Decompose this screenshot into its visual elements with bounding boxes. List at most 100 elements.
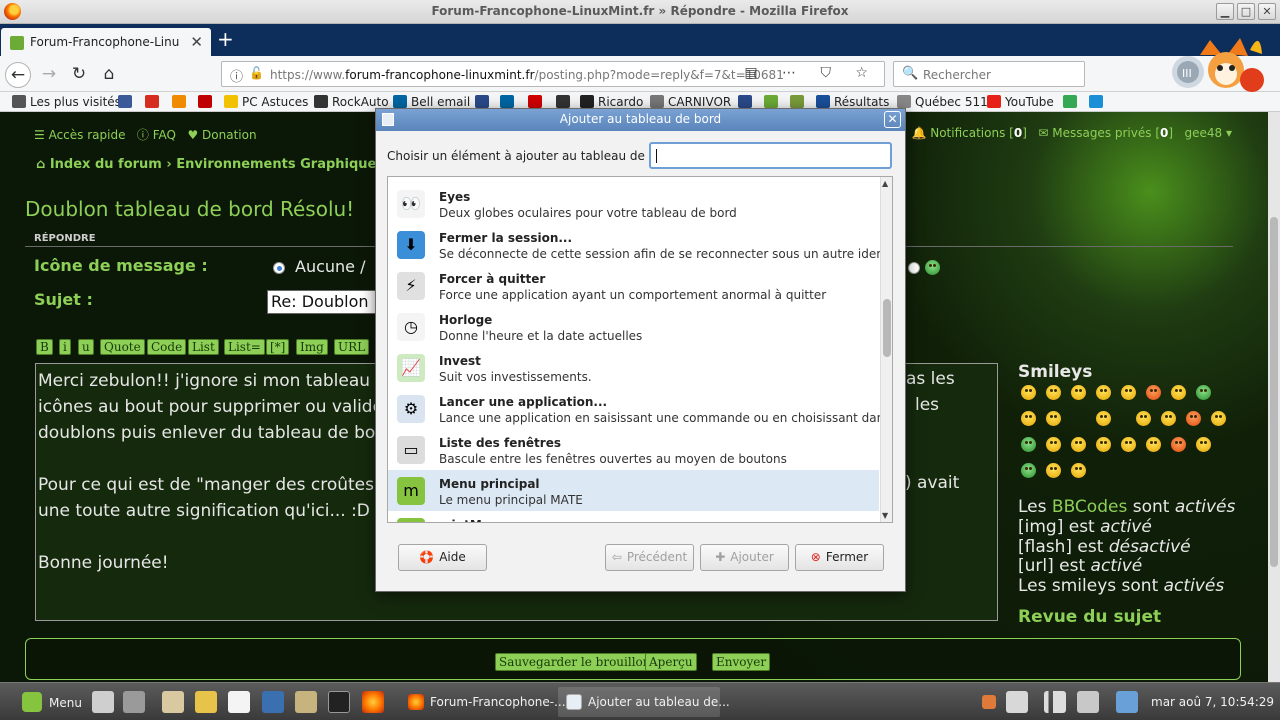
bookmark-item[interactable]: RockAuto [314,95,389,109]
applet-list-item[interactable]: ⚡ Forcer à quitter Force une application a… [388,265,879,306]
show-desktop-icon[interactable] [262,691,284,713]
files-icon[interactable] [295,691,317,713]
add-button[interactable]: ✚ Ajouter [700,544,789,571]
breadcrumb-item[interactable]: Index du forum [50,157,162,172]
applet-list-item[interactable]: ◷ Horloge Donne l'heure et la date actuell… [388,306,879,347]
bbcode-quote-button[interactable]: Quote [100,339,145,355]
new-tab-button[interactable]: + [217,27,234,51]
smiley-icon[interactable] [1021,411,1036,426]
bbcode-img-button[interactable]: Img [296,339,328,355]
network-icon[interactable] [1044,691,1066,713]
dice-game-icon[interactable] [162,691,184,713]
dialog-close-button[interactable]: ✕ [884,111,901,128]
applet-list-scrollbar[interactable]: ▲ ▼ [880,177,892,522]
info-icon[interactable]: ⓘ [230,66,243,85]
smiley-icon[interactable] [1121,385,1136,400]
home-button[interactable]: ⌂ [96,62,122,88]
forward-button[interactable]: → [36,62,62,88]
bbcode-code-button[interactable]: Code [147,339,187,355]
reload-button[interactable]: ↻ [66,62,92,88]
volume-icon[interactable] [1077,691,1099,713]
browser-tab[interactable]: Forum-Francophone-LinuxMi… ✕ [1,28,211,56]
bookmark-item[interactable]: Québec 511 [897,95,988,109]
smiley-icon[interactable] [1146,385,1161,400]
bookmark-item[interactable]: Les plus visités [12,95,121,109]
preview-button[interactable]: Aperçu [645,653,697,671]
bookmark-item[interactable] [475,95,493,109]
smiley-icon[interactable] [1071,437,1086,452]
bbcode-bold-button[interactable]: B [36,339,53,355]
applet-list-item[interactable]: ▭ Liste des fenêtres Bascule entre les fen… [388,429,879,470]
bookmark-item[interactable] [500,95,518,109]
smiley-icon[interactable] [1211,411,1226,426]
bookmark-item[interactable] [1063,95,1081,109]
smiley-icon[interactable] [1096,385,1111,400]
bookmark-item[interactable] [790,95,808,109]
search-input[interactable]: 🔍 Rechercher [893,61,1085,87]
bookmark-item[interactable] [764,95,782,109]
screenshot-icon[interactable] [123,691,145,713]
start-menu-button[interactable]: Menu [2,689,82,716]
smiley-icon[interactable] [1196,385,1211,400]
clock[interactable]: mar aoû 7, 10:54:29 [1151,695,1274,709]
solitaire-icon[interactable] [228,691,250,713]
url-text[interactable]: https://www.forum-francophone-linuxmint.… [270,68,784,82]
bbcode-underline-button[interactable]: u [78,339,94,355]
bookmark-item[interactable]: YouTube [987,95,1054,109]
applet-list-item[interactable]: m mintMenu [388,511,879,522]
page-scrollbar[interactable] [1268,112,1280,682]
applet-search-input[interactable] [649,142,892,169]
smiley-icon[interactable] [1021,437,1036,452]
smiley-icon[interactable] [1071,463,1086,478]
mahjongg-icon[interactable] [195,691,217,713]
applet-list[interactable]: 👀 Eyes Deux globes oculaires pour votre ta… [387,176,893,523]
applet-list-item[interactable]: 📈 Invest Suit vos investissements. [388,347,879,388]
bookmark-item[interactable] [172,95,190,109]
bbcode-url-button[interactable]: URL [334,339,370,355]
smiley-icon[interactable] [1146,437,1161,452]
applet-list-item[interactable]: m Menu principal Le menu principal MATE [388,470,879,511]
bookmark-item[interactable]: PC Astuces [224,95,308,109]
firefox-launcher-icon[interactable] [362,691,384,713]
bookmark-item[interactable]: CARNIVOR [650,95,731,109]
smiley-icon[interactable] [1046,437,1061,452]
close-window-button[interactable]: ✕ [1258,3,1276,20]
applet-list-item[interactable]: ⚙ Lancer une application... Lance une appl… [388,388,892,429]
back-button[interactable]: ← [5,62,31,88]
bookmark-item[interactable] [118,95,136,109]
smiley-icon[interactable] [1171,437,1186,452]
tab-close-icon[interactable]: ✕ [190,33,203,51]
bookmark-item[interactable] [1089,95,1107,109]
scroll-up-icon[interactable]: ▲ [882,179,888,188]
smiley-icon[interactable] [1046,411,1061,426]
applet-list-item[interactable]: ⬇ Fermer la session... Se déconnecte de ce… [388,224,892,265]
smiley-icon[interactable] [1171,385,1186,400]
calculator-icon[interactable] [92,691,114,713]
url-bar[interactable]: ⓘ 🔓 https://www.forum-francophone-linuxm… [221,61,885,87]
update-tray-icon[interactable] [982,695,996,709]
shield-icon[interactable] [1006,691,1028,713]
applet-list-item[interactable]: 👀 Eyes Deux globes oculaires pour votre ta… [388,183,879,224]
bbcode-list-item-button[interactable]: [*] [266,339,290,355]
smiley-icon[interactable] [1021,463,1036,478]
donation-link[interactable]: ♥ Donation [187,128,256,142]
icon-radio-none[interactable] [273,262,285,274]
user-menu[interactable]: gee48 ▾ [1185,126,1233,140]
smiley-icon[interactable] [1096,437,1111,452]
scroll-down-icon[interactable]: ▼ [882,511,888,520]
terminal-icon[interactable] [328,691,350,713]
icon-radio[interactable] [908,262,920,274]
bookmark-item[interactable] [738,95,756,109]
notifications-link[interactable]: 🔔 Notifications [0] [911,126,1026,140]
maximize-button[interactable]: □ [1237,3,1255,20]
bookmark-item[interactable] [145,95,163,109]
page-actions[interactable]: ▤ ⋯ ⛉ ☆ [744,65,878,81]
smiley-icon[interactable] [1046,463,1061,478]
topic-title[interactable]: Doublon tableau de bord Résolu! [25,197,354,221]
battery-icon[interactable] [1116,691,1138,713]
previous-button[interactable]: ⇦ Précédent [605,544,694,571]
save-draft-button[interactable]: Sauvegarder le brouillon [495,653,655,671]
smiley-icon[interactable] [1196,437,1211,452]
bookmark-item[interactable]: Bell email [393,95,470,109]
topic-review-link[interactable]: Revue du sujet [1018,607,1161,627]
